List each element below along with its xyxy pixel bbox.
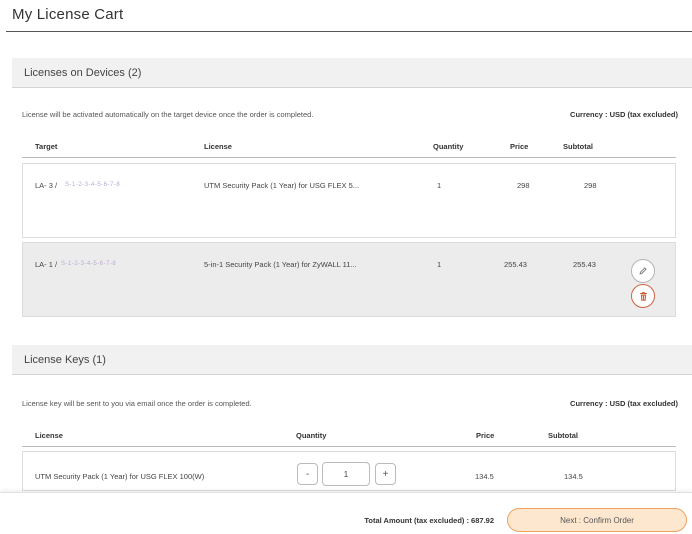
- keys-currency: Currency : USD (tax excluded): [570, 399, 678, 408]
- row-subtotal: 255.43: [573, 260, 596, 269]
- trash-icon: [639, 291, 647, 301]
- keys-header-rule: [22, 446, 676, 447]
- edit-button[interactable]: [631, 259, 655, 283]
- pencil-icon: [639, 267, 647, 275]
- col-head-license: License: [35, 431, 63, 440]
- total-amount: Total Amount (tax excluded) : 687.92: [364, 516, 494, 525]
- row-price: 134.5: [475, 472, 494, 481]
- row-target: LA- 1 /: [35, 260, 58, 269]
- row-license: UTM Security Pack (1 Year) for USG FLEX …: [204, 181, 360, 190]
- row-subtotal: 134.5: [564, 472, 583, 481]
- delete-button[interactable]: [631, 284, 655, 308]
- quantity-decrement-button[interactable]: -: [297, 463, 318, 485]
- row-price: 298: [517, 181, 530, 190]
- col-head-price: Price: [510, 142, 529, 151]
- col-head-quantity: Quantity: [296, 431, 327, 440]
- keys-section-header: License Keys (1): [12, 345, 692, 375]
- footer-bar: Total Amount (tax excluded) : 687.92 Nex…: [0, 492, 692, 534]
- devices-currency: Currency : USD (tax excluded): [570, 110, 678, 119]
- row-price: 255.43: [504, 260, 527, 269]
- page-title: My License Cart: [12, 6, 124, 23]
- devices-section-header: Licenses on Devices (2): [12, 58, 692, 88]
- row-license: 5-in-1 Security Pack (1 Year) for ZyWALL…: [204, 260, 357, 269]
- device-row[interactable]: LA- 1 / S-1-2-3-4-5-6-7-8 5-in-1 Securit…: [22, 242, 676, 317]
- device-row[interactable]: LA- 3 / S-1-2-3-4-5-6-7-8 UTM Security P…: [22, 163, 676, 238]
- quantity-input[interactable]: 1: [322, 462, 370, 486]
- keys-section-title: License Keys (1): [24, 354, 106, 366]
- row-target: LA- 3 /: [35, 181, 58, 190]
- devices-section-title: Licenses on Devices (2): [24, 67, 142, 79]
- title-divider: [6, 31, 692, 32]
- keys-note: License key will be sent to you via emai…: [22, 399, 252, 408]
- col-head-license: License: [204, 142, 232, 151]
- devices-header-rule: [22, 157, 676, 158]
- row-quantity: 1: [437, 260, 442, 269]
- col-head-target: Target: [35, 142, 58, 151]
- row-subtotal: 298: [584, 181, 597, 190]
- row-license: UTM Security Pack (1 Year) for USG FLEX …: [35, 472, 205, 481]
- row-target-obscured: S-1-2-3-4-5-6-7-8: [65, 182, 121, 188]
- row-target-obscured: S-1-2-3-4-5-6-7-8: [61, 261, 117, 267]
- devices-note: License will be activated automatically …: [22, 110, 314, 119]
- col-head-subtotal: Subtotal: [563, 142, 593, 151]
- quantity-increment-button[interactable]: +: [375, 463, 396, 485]
- row-quantity: 1: [437, 181, 442, 190]
- next-confirm-order-button[interactable]: Next : Confirm Order: [507, 508, 687, 532]
- col-head-price: Price: [476, 431, 495, 440]
- col-head-subtotal: Subtotal: [548, 431, 578, 440]
- col-head-quantity: Quantity: [433, 142, 464, 151]
